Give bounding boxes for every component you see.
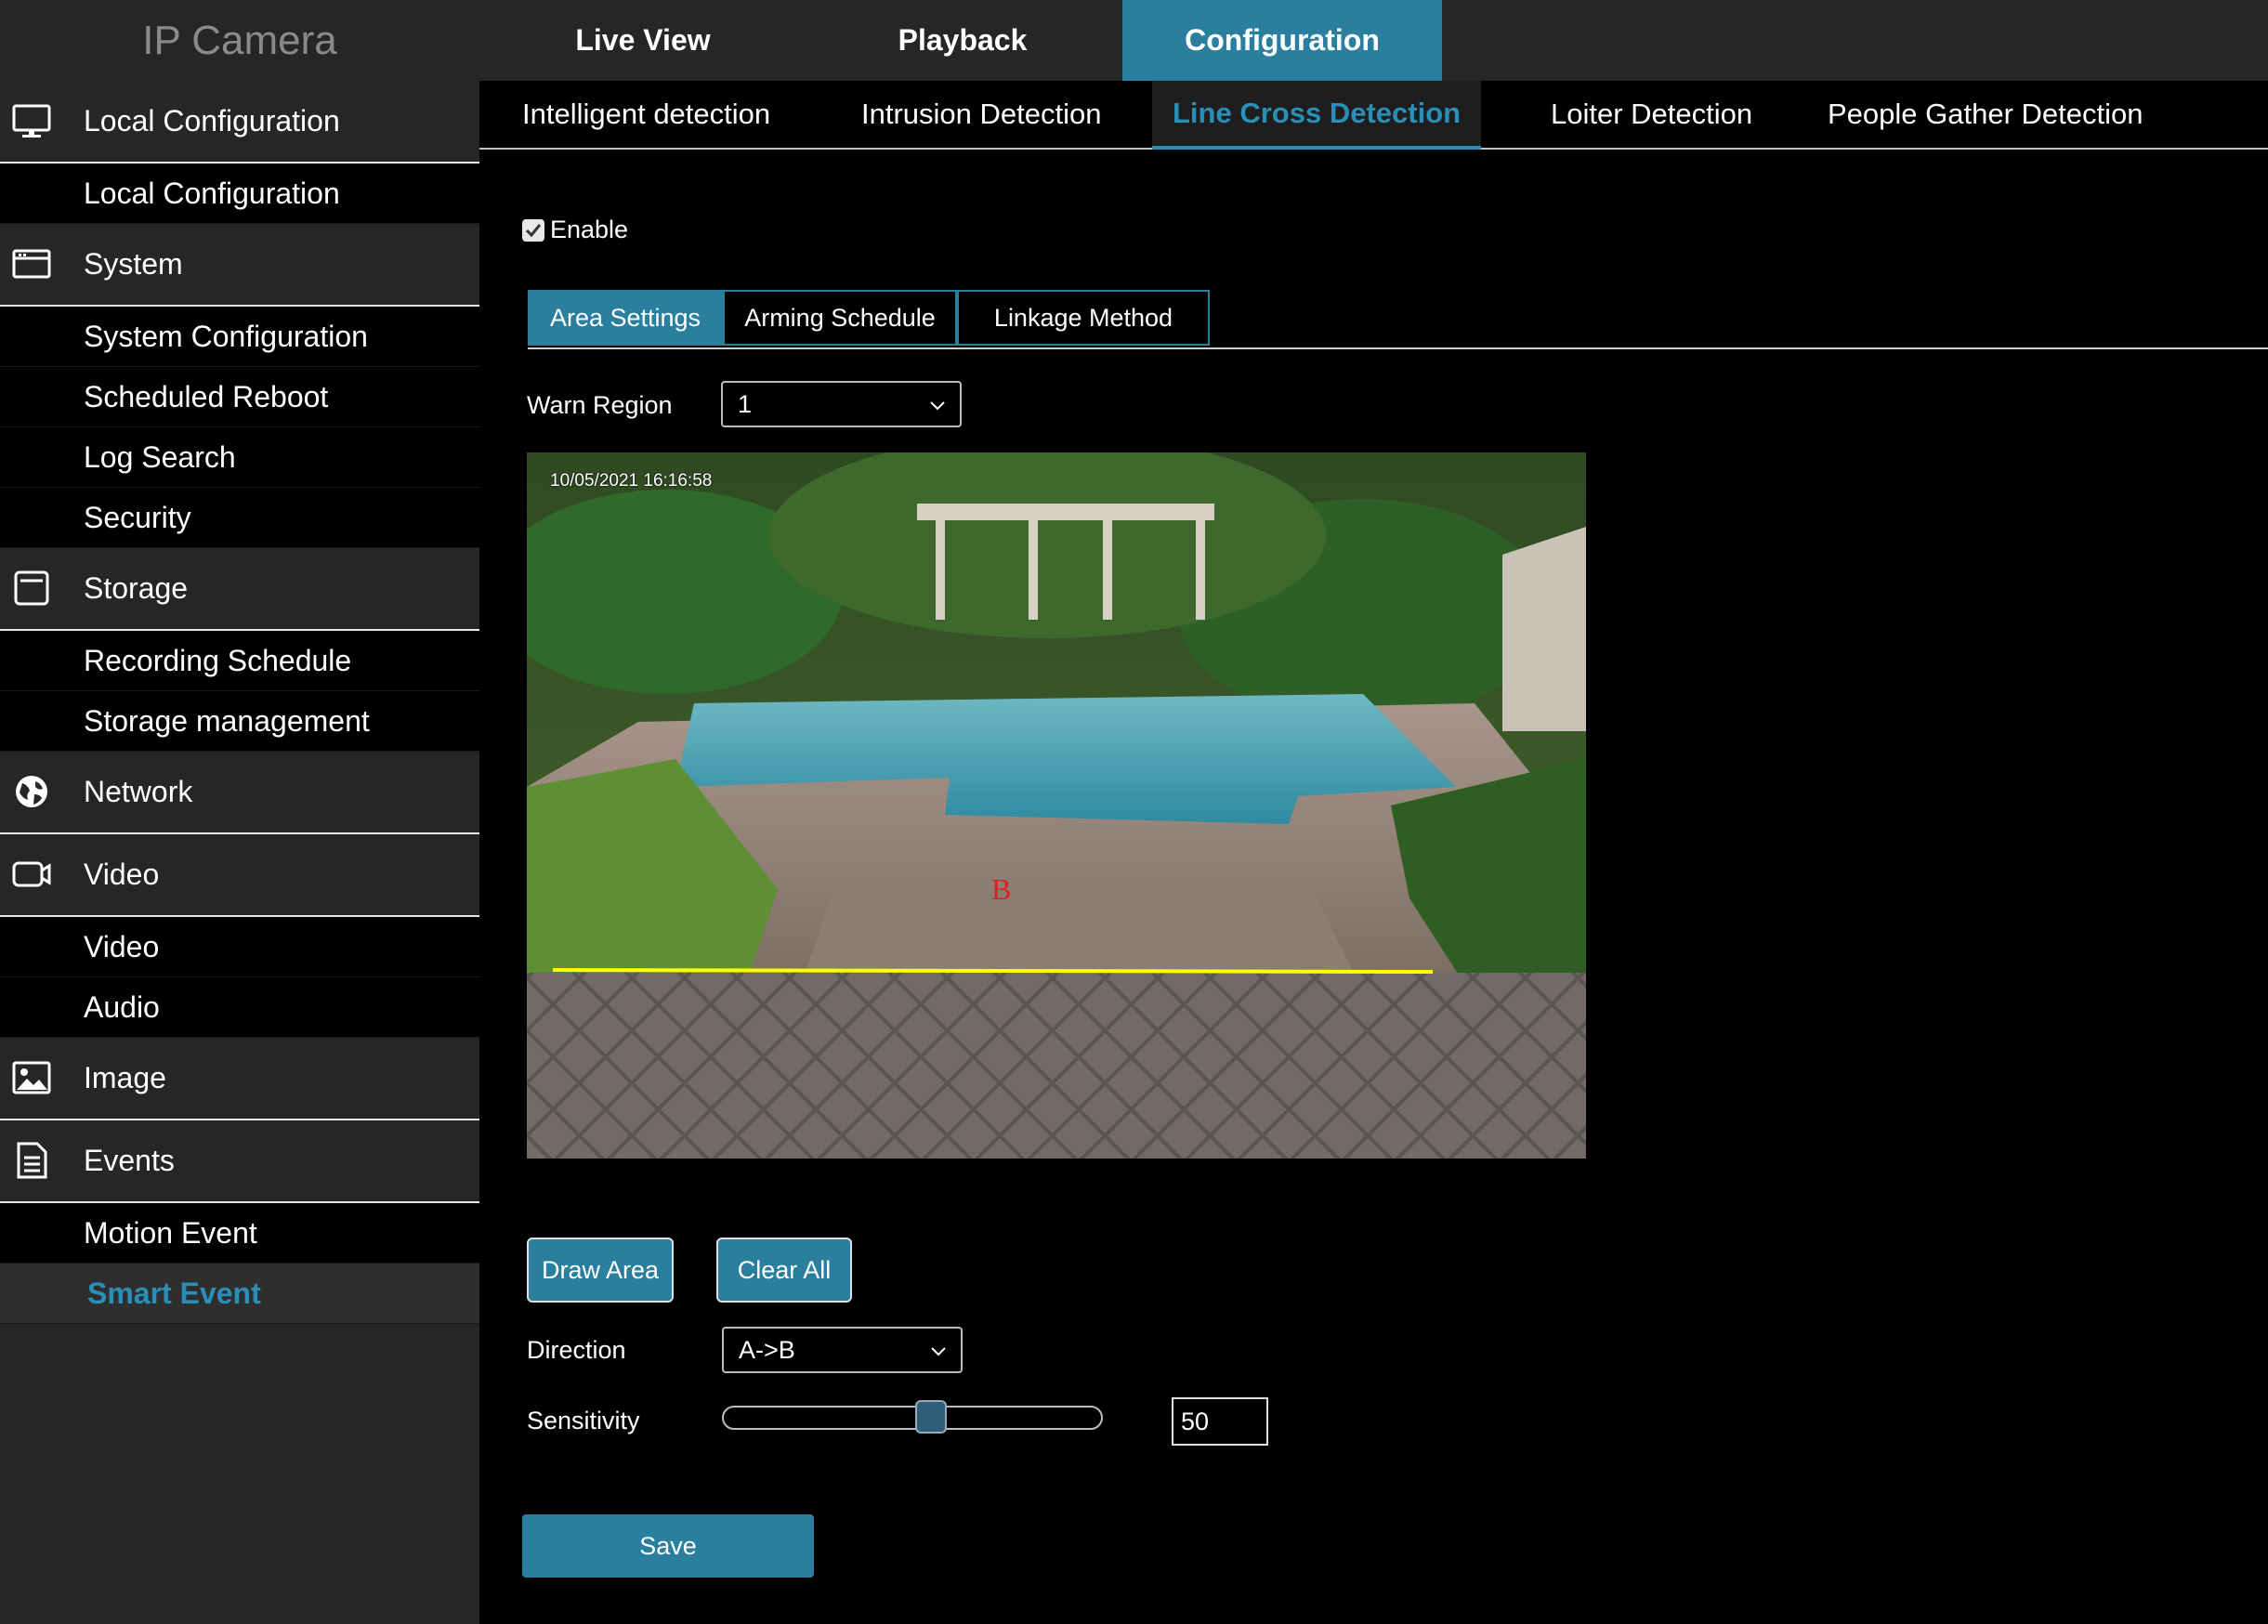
storage-icon: [14, 570, 49, 606]
sidebar-section-label: Events: [84, 1144, 175, 1177]
sidebar-item-recording-schedule[interactable]: Recording Schedule: [0, 631, 479, 691]
sidebar-section-storage[interactable]: Storage: [0, 548, 479, 631]
tab-configuration[interactable]: Configuration: [1122, 0, 1442, 81]
sidebar-section-image[interactable]: Image: [0, 1038, 479, 1120]
content-tabs: Area Settings Arming Schedule Linkage Me…: [528, 290, 2268, 349]
tab-intrusion-detection[interactable]: Intrusion Detection: [861, 81, 1101, 148]
sidebar: Local Configuration Local Configuration …: [0, 81, 479, 1624]
chevron-down-icon: [930, 401, 945, 411]
tab-intelligent-detection[interactable]: Intelligent detection: [522, 81, 770, 148]
tab-linkage-method[interactable]: Linkage Method: [957, 290, 1210, 346]
top-bar: IP Camera Live View Playback Configurati…: [0, 0, 2268, 81]
sidebar-item-local-configuration[interactable]: Local Configuration: [0, 164, 479, 224]
sidebar-section-video[interactable]: Video: [0, 834, 479, 917]
tab-playback[interactable]: Playback: [803, 0, 1122, 81]
clear-all-button[interactable]: Clear All: [716, 1238, 852, 1303]
sidebar-section-system[interactable]: System: [0, 224, 479, 307]
sidebar-section-label: Storage: [84, 571, 189, 605]
sensitivity-slider[interactable]: [722, 1400, 1103, 1434]
sidebar-section-local-configuration[interactable]: Local Configuration: [0, 81, 479, 164]
sidebar-section-events[interactable]: Events: [0, 1120, 479, 1203]
direction-select[interactable]: A->B: [722, 1327, 963, 1373]
tab-line-cross-detection[interactable]: Line Cross Detection: [1152, 81, 1482, 150]
enable-label: Enable: [550, 216, 629, 243]
sidebar-item-video[interactable]: Video: [0, 917, 479, 977]
enable-checkbox[interactable]: Enable: [522, 216, 628, 244]
main-nav: Live View Playback Configuration: [483, 0, 1442, 81]
camera-preview[interactable]: 10/05/2021 16:16:58 B: [527, 452, 1586, 1159]
sub-nav: Intelligent detection Intrusion Detectio…: [479, 81, 2268, 150]
draw-area-button[interactable]: Draw Area: [527, 1238, 674, 1303]
system-window-icon: [12, 249, 51, 279]
sidebar-item-scheduled-reboot[interactable]: Scheduled Reboot: [0, 367, 479, 427]
tab-loiter-detection[interactable]: Loiter Detection: [1551, 81, 1752, 148]
tab-arming-schedule[interactable]: Arming Schedule: [723, 290, 957, 346]
chevron-down-icon: [931, 1347, 946, 1356]
sidebar-section-label: System: [84, 247, 183, 281]
sidebar-item-storage-management[interactable]: Storage management: [0, 691, 479, 752]
tab-area-settings[interactable]: Area Settings: [528, 290, 723, 346]
sidebar-item-log-search[interactable]: Log Search: [0, 427, 479, 488]
line-cross-overlay[interactable]: [527, 452, 1586, 1159]
monitor-icon: [12, 104, 51, 138]
warn-region-select[interactable]: 1: [721, 381, 962, 427]
sidebar-item-motion-event[interactable]: Motion Event: [0, 1203, 479, 1264]
save-button[interactable]: Save: [522, 1514, 814, 1578]
sidebar-item-smart-event[interactable]: Smart Event: [0, 1264, 479, 1324]
sidebar-item-security[interactable]: Security: [0, 488, 479, 548]
sidebar-section-network[interactable]: Network: [0, 752, 479, 834]
sensitivity-value-input[interactable]: [1172, 1397, 1268, 1446]
checkbox-checked-icon[interactable]: [522, 218, 544, 242]
camera-icon: [12, 861, 51, 887]
sidebar-section-label: Video: [84, 858, 160, 891]
sidebar-section-label: Image: [84, 1061, 166, 1094]
tab-people-gather-detection[interactable]: People Gather Detection: [1828, 81, 2143, 148]
sidebar-section-label: Local Configuration: [84, 104, 340, 138]
document-icon: [17, 1142, 47, 1179]
tab-live-view[interactable]: Live View: [483, 0, 803, 81]
sidebar-item-system-configuration[interactable]: System Configuration: [0, 307, 479, 367]
image-icon: [12, 1061, 51, 1094]
globe-icon: [16, 776, 47, 807]
warn-region-label: Warn Region: [527, 391, 673, 419]
direction-label: Direction: [527, 1336, 626, 1364]
sidebar-section-label: Network: [84, 775, 193, 808]
sensitivity-slider-thumb[interactable]: [915, 1400, 947, 1434]
sensitivity-label: Sensitivity: [527, 1407, 640, 1434]
app-logo: IP Camera: [142, 17, 337, 63]
sidebar-item-audio[interactable]: Audio: [0, 977, 479, 1038]
line-marker-b: B: [991, 872, 1012, 906]
